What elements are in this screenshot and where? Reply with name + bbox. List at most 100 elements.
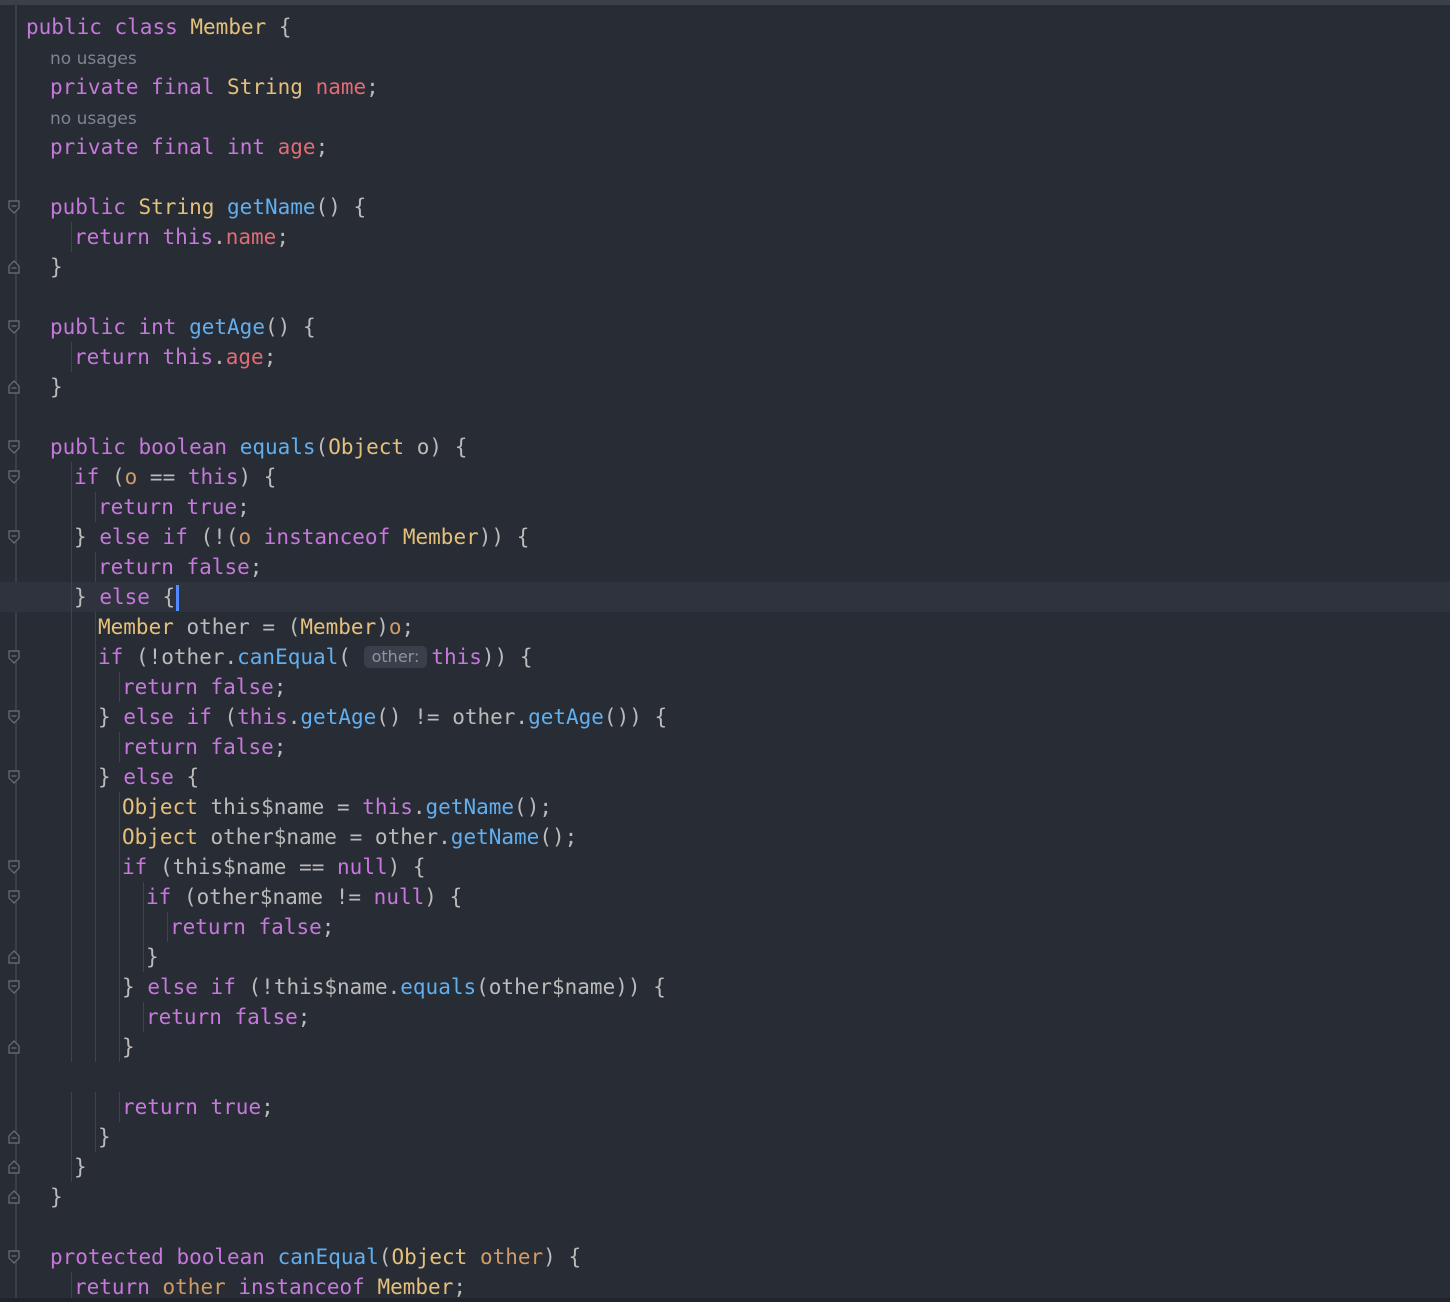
code-line[interactable]: Object this$name = this.getName(); bbox=[0, 792, 1450, 822]
code-line[interactable]: } bbox=[0, 252, 1450, 282]
code-text: private final String name; bbox=[50, 75, 379, 99]
code-line[interactable]: Member other = (Member)o; bbox=[0, 612, 1450, 642]
indent-guide bbox=[71, 492, 72, 522]
code-line[interactable]: return false; bbox=[0, 912, 1450, 942]
code-line[interactable]: private final int age; bbox=[0, 132, 1450, 162]
code-line[interactable]: return false; bbox=[0, 732, 1450, 762]
code-text: return true; bbox=[122, 1095, 274, 1119]
code-line[interactable]: if (!other.canEqual( other: this)) { bbox=[0, 642, 1450, 672]
code-line[interactable]: private final String name; bbox=[0, 72, 1450, 102]
indent-guide bbox=[95, 672, 96, 702]
indent-guide bbox=[95, 912, 96, 942]
code-text: } bbox=[50, 255, 63, 279]
usage-hint[interactable]: no usages bbox=[50, 42, 137, 76]
code-line[interactable]: Object other$name = other.getName(); bbox=[0, 822, 1450, 852]
indent-guide bbox=[71, 702, 72, 732]
code-text: } bbox=[74, 1155, 87, 1179]
code-line[interactable]: public boolean equals(Object o) { bbox=[0, 432, 1450, 462]
code-editor[interactable]: public class Member {no usages private fi… bbox=[0, 0, 1450, 1302]
code-line[interactable]: protected boolean canEqual(Object other)… bbox=[0, 1242, 1450, 1272]
indent-guide bbox=[119, 852, 120, 882]
code-line[interactable] bbox=[0, 402, 1450, 432]
code-text: public int getAge() { bbox=[50, 315, 316, 339]
code-line[interactable]: } bbox=[0, 1182, 1450, 1212]
code-text: } bbox=[98, 1125, 111, 1149]
indent-guide bbox=[71, 612, 72, 642]
code-line[interactable]: return true; bbox=[0, 492, 1450, 522]
code-text: return this.name; bbox=[74, 225, 289, 249]
indent-guide bbox=[143, 912, 144, 942]
indent-guide bbox=[71, 1122, 72, 1152]
code-line[interactable]: return this.age; bbox=[0, 342, 1450, 372]
indent-guide bbox=[119, 672, 120, 702]
code-line[interactable]: no usages bbox=[0, 102, 1450, 132]
indent-guide bbox=[119, 942, 120, 972]
indent-guide bbox=[95, 762, 96, 792]
indent-guide bbox=[71, 942, 72, 972]
code-line[interactable] bbox=[0, 162, 1450, 192]
code-line[interactable]: } else if (this.getAge() != other.getAge… bbox=[0, 702, 1450, 732]
code-line[interactable]: public int getAge() { bbox=[0, 312, 1450, 342]
code-text: private final int age; bbox=[50, 135, 329, 159]
code-line[interactable] bbox=[0, 1212, 1450, 1242]
code-line[interactable]: no usages bbox=[0, 42, 1450, 72]
code-line[interactable]: if (o == this) { bbox=[0, 462, 1450, 492]
editor-bottom-border bbox=[0, 1298, 1450, 1302]
code-text: } else { bbox=[98, 765, 200, 789]
indent-guide bbox=[119, 1002, 120, 1032]
code-line[interactable] bbox=[0, 282, 1450, 312]
code-line[interactable]: } bbox=[0, 1122, 1450, 1152]
code-line[interactable]: } else if (!(o instanceof Member)) { bbox=[0, 522, 1450, 552]
code-line[interactable]: return false; bbox=[0, 552, 1450, 582]
code-line[interactable]: if (this$name == null) { bbox=[0, 852, 1450, 882]
code-line[interactable]: public String getName() { bbox=[0, 192, 1450, 222]
indent-guide bbox=[71, 222, 72, 252]
indent-guide bbox=[71, 732, 72, 762]
code-line[interactable]: return true; bbox=[0, 1092, 1450, 1122]
code-line[interactable]: public class Member { bbox=[0, 12, 1450, 42]
indent-guide bbox=[143, 882, 144, 912]
code-text: Object other$name = other.getName(); bbox=[122, 825, 578, 849]
code-line[interactable]: } else { bbox=[0, 762, 1450, 792]
code-text: } else if (this.getAge() != other.getAge… bbox=[98, 705, 668, 729]
code-line[interactable] bbox=[0, 1062, 1450, 1092]
indent-guide bbox=[95, 972, 96, 1002]
indent-guide bbox=[71, 1002, 72, 1032]
indent-guide bbox=[71, 582, 72, 612]
indent-guide bbox=[95, 1092, 96, 1122]
code-line[interactable]: return false; bbox=[0, 672, 1450, 702]
code-area[interactable]: public class Member {no usages private fi… bbox=[0, 12, 1450, 1302]
indent-guide bbox=[71, 1032, 72, 1062]
indent-guide bbox=[71, 672, 72, 702]
code-line[interactable]: } else { bbox=[0, 582, 1450, 612]
indent-guide bbox=[95, 552, 96, 582]
indent-guide bbox=[119, 912, 120, 942]
code-text: } else if (!this$name.equals(other$name)… bbox=[122, 975, 666, 999]
code-line[interactable]: } bbox=[0, 1152, 1450, 1182]
code-line[interactable]: return this.name; bbox=[0, 222, 1450, 252]
indent-guide bbox=[71, 972, 72, 1002]
indent-guide bbox=[95, 1002, 96, 1032]
code-text: return true; bbox=[98, 495, 250, 519]
code-text: if (other$name != null) { bbox=[146, 885, 463, 909]
code-line[interactable]: return false; bbox=[0, 1002, 1450, 1032]
code-line[interactable]: } bbox=[0, 1032, 1450, 1062]
indent-guide bbox=[71, 822, 72, 852]
text-caret bbox=[176, 585, 180, 611]
indent-guide bbox=[71, 1092, 72, 1122]
indent-guide bbox=[95, 792, 96, 822]
code-line[interactable]: } bbox=[0, 372, 1450, 402]
usage-hint[interactable]: no usages bbox=[50, 102, 137, 136]
code-text: } bbox=[50, 375, 63, 399]
code-text: return false; bbox=[170, 915, 335, 939]
indent-guide bbox=[95, 882, 96, 912]
code-line[interactable]: } bbox=[0, 942, 1450, 972]
code-text: Object this$name = this.getName(); bbox=[122, 795, 552, 819]
code-line[interactable]: } else if (!this$name.equals(other$name)… bbox=[0, 972, 1450, 1002]
indent-guide bbox=[95, 702, 96, 732]
indent-guide bbox=[119, 732, 120, 762]
code-line[interactable]: if (other$name != null) { bbox=[0, 882, 1450, 912]
code-text: return false; bbox=[122, 675, 287, 699]
code-text: return false; bbox=[98, 555, 263, 579]
code-text: return this.age; bbox=[74, 345, 277, 369]
